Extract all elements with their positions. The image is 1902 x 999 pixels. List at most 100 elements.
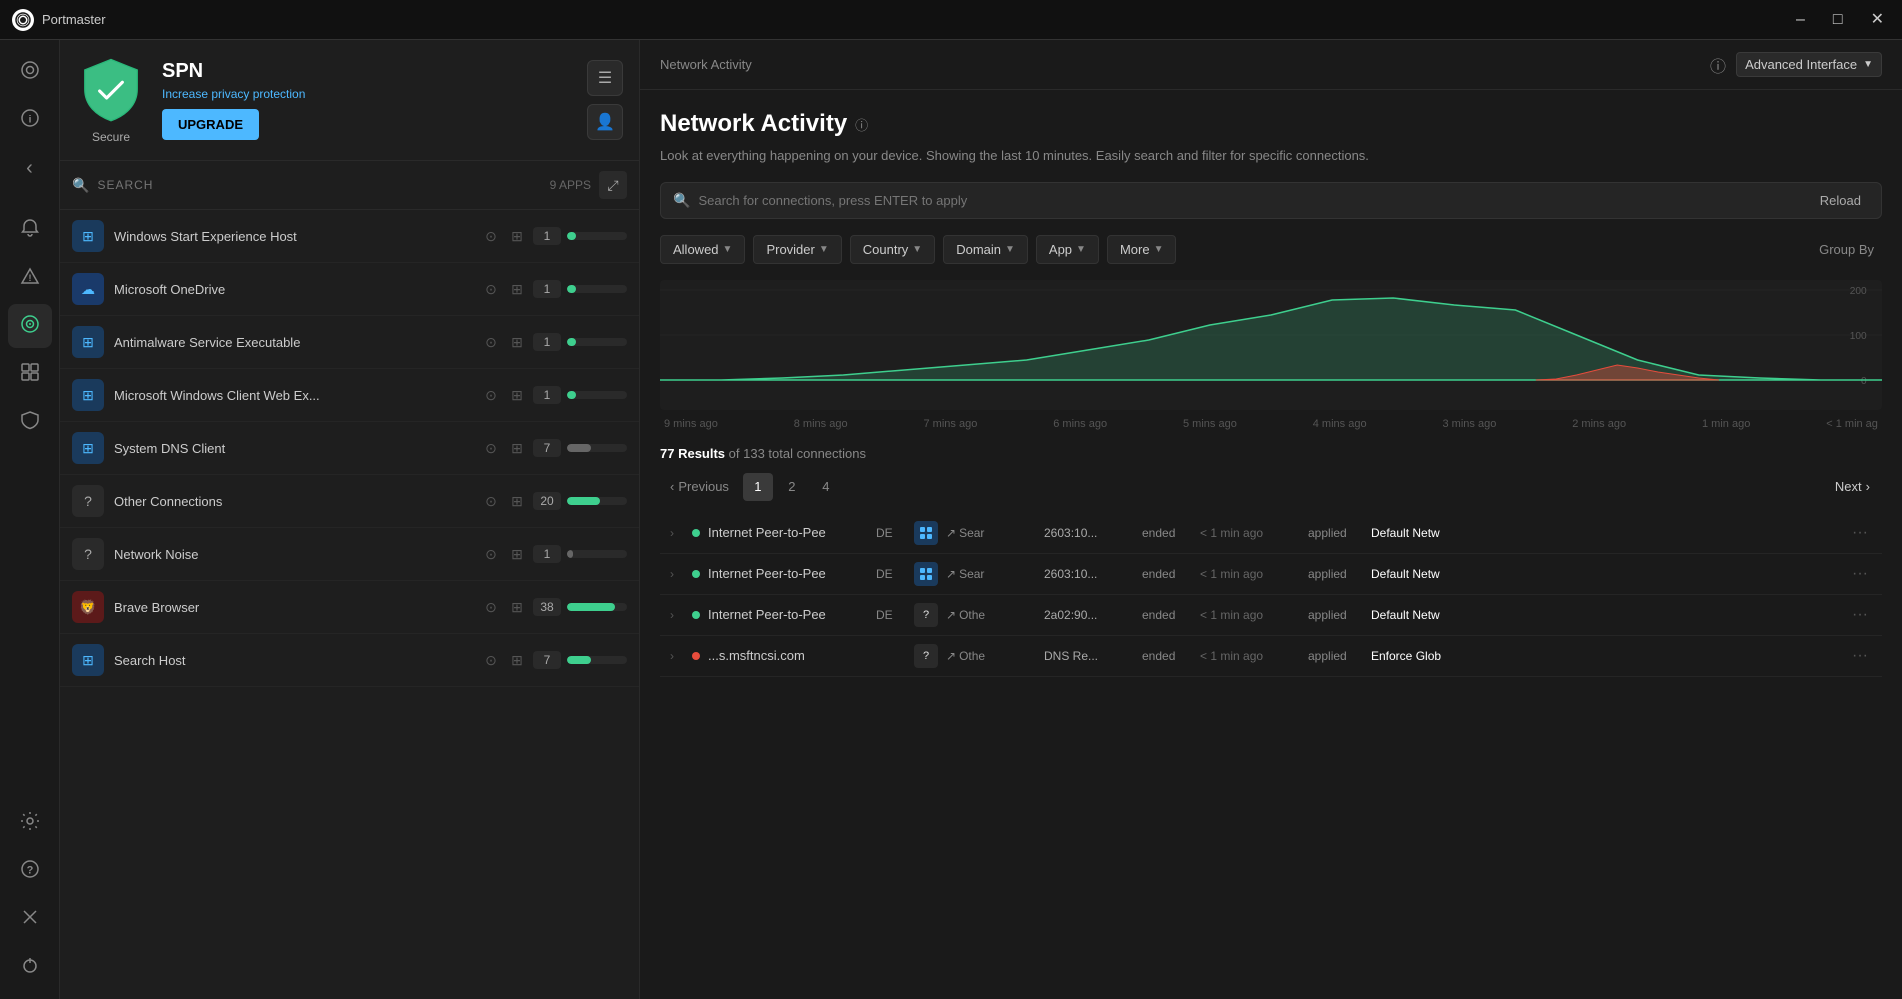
connection-search-input[interactable] [698,193,1803,208]
app-list-item[interactable]: 🦁 Brave Browser ⊙ ⊞ 38 [60,581,639,634]
app-traffic-bar [567,497,627,505]
sidebar-item-warnings[interactable]: ! [8,256,52,300]
app-settings-icon[interactable]: ⊞ [507,332,527,352]
close-button[interactable]: ✕ [1865,8,1890,32]
app-actions: ⊙ ⊞ 38 [481,597,627,617]
app-privacy-icon[interactable]: ⊙ [481,385,501,405]
expand-button[interactable]: ⤢ [599,171,627,199]
conn-verdict: applied [1308,526,1363,540]
app-privacy-icon[interactable]: ⊙ [481,597,501,617]
filter-domain-button[interactable]: Domain▼ [943,235,1028,264]
upgrade-button[interactable]: UPGRADE [162,109,259,140]
conn-more-button[interactable]: ··· [1848,604,1872,626]
header-info-icon[interactable]: ⓘ [1710,53,1726,77]
filter-country-button[interactable]: Country▼ [850,235,935,264]
filter-app-button[interactable]: App▼ [1036,235,1099,264]
app-settings-icon[interactable]: ⊞ [507,226,527,246]
app-list-item[interactable]: ☁ Microsoft OneDrive ⊙ ⊞ 1 [60,263,639,316]
app-privacy-icon[interactable]: ⊙ [481,544,501,564]
app-settings-icon[interactable]: ⊞ [507,491,527,511]
connection-row[interactable]: › ...s.msftncsi.com ? ↗ Othe DNS Re... e… [660,636,1882,677]
page-1-button[interactable]: 1 [743,473,773,501]
connection-row[interactable]: › Internet Peer-to-Pee DE ? ↗ Othe 2a02:… [660,595,1882,636]
row-expand-icon[interactable]: › [670,649,684,663]
app-privacy-icon[interactable]: ⊙ [481,491,501,511]
page-2-button[interactable]: 2 [777,473,807,501]
app-traffic-bar [567,603,627,611]
next-button[interactable]: Next › [1823,473,1882,500]
connection-search-bar: 🔍 Reload [660,182,1882,219]
chart-time-label: 6 mins ago [1053,418,1107,430]
app-list-item[interactable]: ⊞ Windows Start Experience Host ⊙ ⊞ 1 [60,210,639,263]
sidebar-item-back[interactable]: ‹ [8,146,52,190]
app-list-item[interactable]: ⊞ Antimalware Service Executable ⊙ ⊞ 1 [60,316,639,369]
sidebar-item-alerts[interactable] [8,208,52,252]
interface-label: Advanced Interface [1745,57,1857,72]
minimize-button[interactable]: – [1790,8,1811,32]
conn-app-icon: ? [914,644,938,668]
app-settings-icon[interactable]: ⊞ [507,544,527,564]
conn-more-button[interactable]: ··· [1848,522,1872,544]
app-counter: 38 [533,598,561,616]
app-name: Search Host [114,653,471,668]
conn-more-button[interactable]: ··· [1848,645,1872,667]
app-privacy-icon[interactable]: ⊙ [481,226,501,246]
spn-docs-button[interactable]: ☰ [587,60,623,96]
group-by-button[interactable]: Group By [1811,236,1882,263]
previous-button[interactable]: ‹ Previous [660,473,739,500]
sidebar-item-network[interactable] [8,304,52,348]
app-list-item[interactable]: ? Network Noise ⊙ ⊞ 1 [60,528,639,581]
reload-button[interactable]: Reload [1812,189,1869,212]
app-settings-icon[interactable]: ⊞ [507,279,527,299]
app-list: ⊞ Windows Start Experience Host ⊙ ⊞ 1 ☁ … [60,210,639,999]
filter-provider-button[interactable]: Provider▼ [753,235,841,264]
conn-time: < 1 min ago [1200,649,1300,663]
app-privacy-icon[interactable]: ⊙ [481,438,501,458]
chevron-down-icon: ▼ [912,244,922,255]
chevron-down-icon: ▼ [1005,244,1015,255]
conn-country: DE [876,608,906,622]
page-info-icon[interactable]: ⓘ [855,115,868,134]
app-search-input[interactable] [97,178,541,192]
app-list-item[interactable]: ? Other Connections ⊙ ⊞ 20 [60,475,639,528]
app-privacy-icon[interactable]: ⊙ [481,332,501,352]
app-list-item[interactable]: ⊞ System DNS Client ⊙ ⊞ 7 [60,422,639,475]
user-icon: 👤 [595,112,615,132]
app-traffic-bar-fill [567,232,576,240]
app-privacy-icon[interactable]: ⊙ [481,650,501,670]
chart-time-label: 3 mins ago [1443,418,1497,430]
conn-name: Internet Peer-to-Pee [708,525,868,540]
app-settings-icon[interactable]: ⊞ [507,597,527,617]
app-settings-icon[interactable]: ⊞ [507,438,527,458]
connection-row[interactable]: › Internet Peer-to-Pee DE ↗ Sear 2603:10… [660,554,1882,595]
row-expand-icon[interactable]: › [670,526,684,540]
page-4-button[interactable]: 4 [811,473,841,501]
app-traffic-bar [567,285,627,293]
status-dot [692,529,700,537]
sidebar-item-security[interactable] [8,400,52,444]
sidebar-item-settings[interactable] [8,801,52,845]
maximize-button[interactable]: □ [1827,8,1849,32]
sidebar-item-apps[interactable] [8,352,52,396]
app-list-item[interactable]: ⊞ Microsoft Windows Client Web Ex... ⊙ ⊞… [60,369,639,422]
sidebar-item-power[interactable] [8,945,52,989]
row-expand-icon[interactable]: › [670,608,684,622]
sidebar-item-help[interactable]: ? [8,849,52,893]
spn-account-button[interactable]: 👤 [587,104,623,140]
row-expand-icon[interactable]: › [670,567,684,581]
app-list-item[interactable]: ⊞ Search Host ⊙ ⊞ 7 [60,634,639,687]
sidebar-item-home[interactable] [8,50,52,94]
sidebar-item-tools[interactable] [8,897,52,941]
filter-more-button[interactable]: More▼ [1107,235,1177,264]
filter-allowed-button[interactable]: Allowed▼ [660,235,745,264]
conn-more-button[interactable]: ··· [1848,563,1872,585]
app-privacy-icon[interactable]: ⊙ [481,279,501,299]
app-settings-icon[interactable]: ⊞ [507,385,527,405]
app-traffic-bar-fill [567,497,600,505]
interface-select[interactable]: Advanced Interface ▼ [1736,52,1882,77]
app-counter: 1 [533,227,561,245]
connection-row[interactable]: › Internet Peer-to-Pee DE ↗ Sear 2603:10… [660,513,1882,554]
app-icon: ☁ [72,273,104,305]
app-settings-icon[interactable]: ⊞ [507,650,527,670]
sidebar-item-info[interactable]: i [8,98,52,142]
